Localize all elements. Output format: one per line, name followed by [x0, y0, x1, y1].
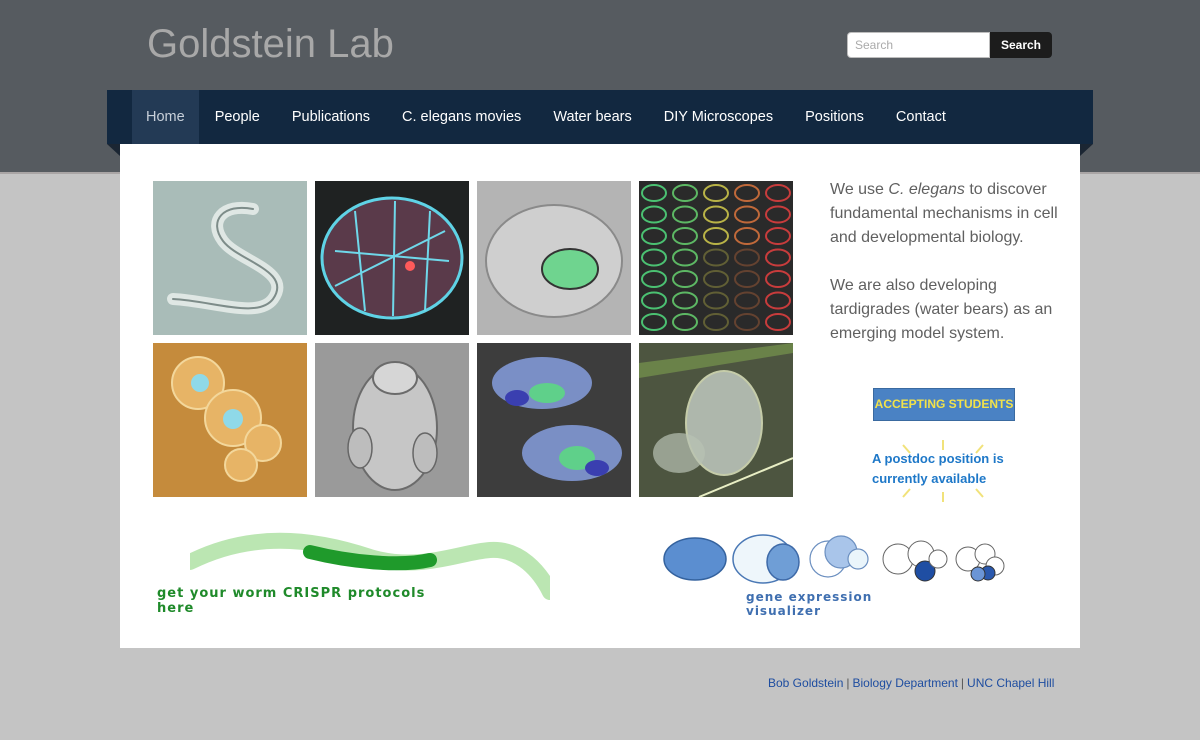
search-button[interactable]: Search [990, 32, 1052, 58]
crispr-protocols-link[interactable]: get your worm CRISPR protocols here [157, 586, 457, 616]
accepting-students-button[interactable]: ACCEPTING STUDENTS [873, 388, 1015, 421]
search-input[interactable] [847, 32, 990, 58]
embryo-green-nucleus-image[interactable] [477, 181, 631, 335]
nav-ribbon-fold-left [107, 144, 120, 156]
footer-separator: | [960, 676, 965, 690]
nav-item-diy-microscopes[interactable]: DIY Microscopes [648, 90, 789, 144]
cells-blue-nuclei-image[interactable] [153, 343, 307, 497]
site-title[interactable]: Goldstein Lab [147, 22, 394, 67]
image-gallery [153, 181, 793, 497]
nav-item-people[interactable]: People [199, 90, 276, 144]
c-elegans-worm-image[interactable] [153, 181, 307, 335]
footer-separator: | [846, 676, 850, 690]
tardigrade-sem-image[interactable] [315, 343, 469, 497]
footer-link-biology-department[interactable]: Biology Department [853, 676, 958, 690]
main-content: We use C. elegans to discover fundamenta… [120, 144, 1080, 648]
gene-expression-visualizer-link[interactable]: gene expression visualizer [746, 590, 946, 618]
3d-cell-render-image[interactable] [477, 343, 631, 497]
search-form: Search [847, 32, 1052, 58]
nav-item-publications[interactable]: Publications [276, 90, 386, 144]
main-nav: Home People Publications C. elegans movi… [107, 90, 1093, 144]
nav-item-contact[interactable]: Contact [880, 90, 962, 144]
nav-ribbon-fold-right [1080, 144, 1093, 156]
nav-item-home[interactable]: Home [132, 90, 199, 144]
nav-item-positions[interactable]: Positions [789, 90, 880, 144]
intro-text-prefix: We use [830, 181, 889, 198]
organism-name: C. elegans [888, 181, 965, 198]
footer-link-bob-goldstein[interactable]: Bob Goldstein [768, 676, 843, 690]
intro-paragraph-2: We are also developing tardigrades (wate… [830, 277, 1053, 342]
embryo-array-image[interactable] [639, 181, 793, 335]
intro-paragraph-1: We use C. elegans to discover fundamenta… [830, 178, 1065, 250]
nav-item-water-bears[interactable]: Water bears [537, 90, 647, 144]
tardigrade-micrograph-image[interactable] [639, 343, 793, 497]
nav-item-movies[interactable]: C. elegans movies [386, 90, 537, 144]
footer-link-unc[interactable]: UNC Chapel Hill [967, 676, 1054, 690]
postdoc-position-link[interactable]: A postdoc position is currently availabl… [872, 449, 1032, 489]
intro-text: We use C. elegans to discover fundamenta… [830, 178, 1065, 370]
embryo-fluorescence-image[interactable] [315, 181, 469, 335]
gene-expression-banner[interactable] [663, 534, 1018, 589]
footer-links: Bob Goldstein | Biology Department | UNC Cha… [768, 676, 1054, 690]
